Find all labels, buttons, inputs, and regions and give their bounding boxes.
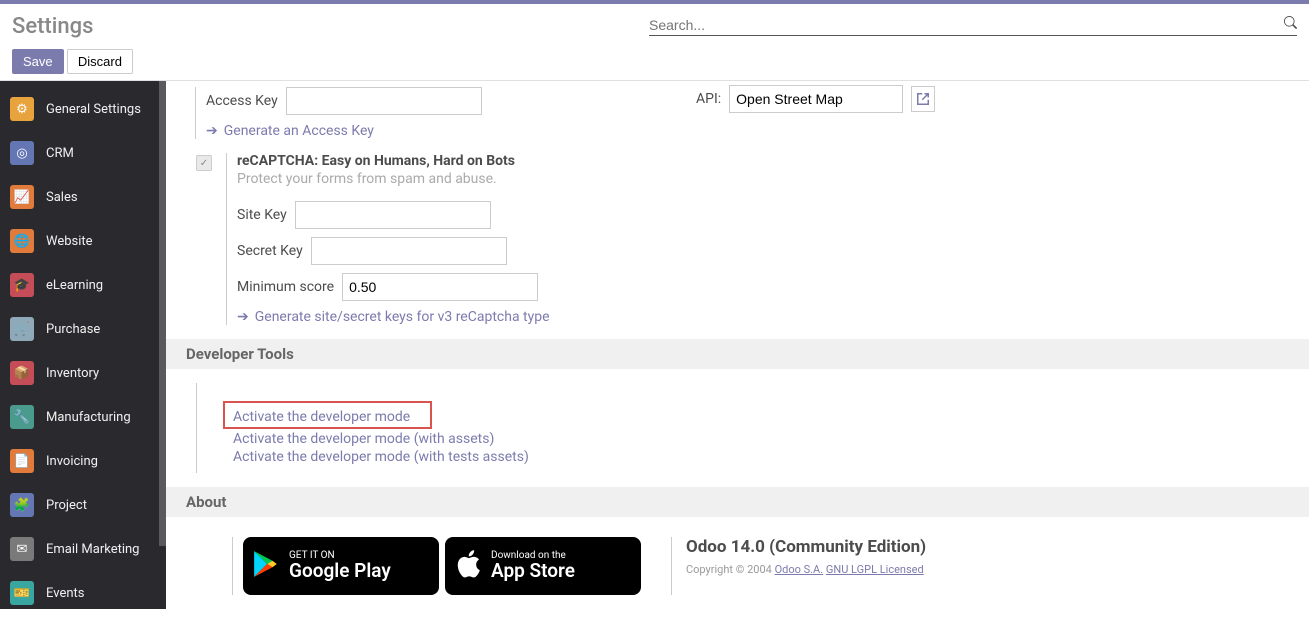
recaptcha-checkbox[interactable]: ✓ (196, 155, 212, 171)
sidebar-item-label: General Settings (46, 102, 141, 117)
google-play-large-text: Google Play (289, 561, 391, 582)
min-score-input[interactable] (342, 273, 538, 301)
discard-button[interactable]: Discard (67, 49, 133, 74)
sidebar-item-email-marketing[interactable]: ✉ Email Marketing (0, 527, 166, 571)
recaptcha-desc: Protect your forms from spam and abuse. (237, 171, 666, 187)
google-play-badge[interactable]: GET IT ON Google Play (243, 537, 439, 595)
sidebar-item-general-settings[interactable]: ⚙ General Settings (0, 87, 166, 131)
access-key-input[interactable] (286, 87, 482, 115)
license-link[interactable]: GNU LGPL Licensed (826, 563, 924, 576)
sidebar-item-label: Project (46, 498, 87, 513)
access-key-label: Access Key (206, 93, 278, 109)
save-button[interactable]: Save (12, 49, 64, 74)
sidebar-item-website[interactable]: 🌐 Website (0, 219, 166, 263)
sidebar-item-elearning[interactable]: 🎓 eLearning (0, 263, 166, 307)
api-label: API: (696, 91, 721, 107)
secret-key-input[interactable] (311, 237, 507, 265)
section-developer-tools: Developer Tools (166, 339, 1309, 369)
highlight-activate-dev: Activate the developer mode (223, 401, 432, 429)
sidebar-scrollbar[interactable] (159, 81, 166, 546)
about-version: Odoo 14.0 (Community Edition) (686, 537, 926, 557)
section-about: About (166, 487, 1309, 517)
google-play-icon (253, 550, 279, 582)
app-store-badge[interactable]: Download on the App Store (445, 537, 641, 595)
arrow-right-icon: ➔ (206, 123, 218, 139)
settings-content: Access Key ➔ Generate an Access Key ✓ re… (166, 81, 1309, 609)
sidebar-item-crm[interactable]: ◎ CRM (0, 131, 166, 175)
sidebar-item-label: Website (46, 234, 93, 249)
sidebar-item-label: Purchase (46, 322, 100, 337)
sidebar-item-label: eLearning (46, 278, 103, 293)
manufacturing-icon: 🔧 (10, 405, 34, 429)
events-icon: 🎫 (10, 581, 34, 605)
website-icon: 🌐 (10, 229, 34, 253)
invoicing-icon: 📄 (10, 449, 34, 473)
sidebar-item-label: CRM (46, 146, 74, 161)
apple-icon (455, 549, 481, 583)
external-link-icon[interactable] (911, 86, 935, 112)
inventory-icon: 📦 (10, 361, 34, 385)
site-key-input[interactable] (295, 201, 491, 229)
min-score-label: Minimum score (237, 279, 334, 295)
recaptcha-title: reCAPTCHA: Easy on Humans, Hard on Bots (237, 153, 666, 169)
search-icon[interactable] (1284, 16, 1297, 33)
sidebar-item-label: Inventory (46, 366, 99, 381)
sidebar-item-label: Sales (46, 190, 78, 205)
sidebar-item-events[interactable]: 🎫 Events (0, 571, 166, 609)
activate-dev-mode-tests-link[interactable]: Activate the developer mode (with tests … (233, 449, 1309, 465)
search-bar[interactable] (649, 14, 1297, 36)
page-title: Settings (12, 14, 93, 39)
sidebar-item-inventory[interactable]: 📦 Inventory (0, 351, 166, 395)
sales-icon: 📈 (10, 185, 34, 209)
activate-dev-mode-assets-link[interactable]: Activate the developer mode (with assets… (233, 431, 1309, 447)
sidebar-item-project[interactable]: 🧩 Project (0, 483, 166, 527)
sidebar-item-label: Manufacturing (46, 410, 131, 425)
arrow-right-icon: ➔ (237, 309, 249, 325)
app-store-large-text: App Store (491, 561, 575, 582)
purchase-icon: 🛒 (10, 317, 34, 341)
sidebar-item-label: Email Marketing (46, 542, 139, 557)
project-icon: 🧩 (10, 493, 34, 517)
secret-key-label: Secret Key (237, 243, 303, 259)
search-input[interactable] (649, 17, 1284, 33)
crm-icon: ◎ (10, 141, 34, 165)
sidebar-item-purchase[interactable]: 🛒 Purchase (0, 307, 166, 351)
sidebar-item-manufacturing[interactable]: 🔧 Manufacturing (0, 395, 166, 439)
generate-access-key-link[interactable]: ➔ Generate an Access Key (206, 123, 374, 139)
about-copyright: Copyright © 2004 Odoo S.A. GNU LGPL Lice… (686, 563, 926, 576)
sidebar-item-invoicing[interactable]: 📄 Invoicing (0, 439, 166, 483)
site-key-label: Site Key (237, 207, 287, 223)
settings-sidebar: ⚙ General Settings ◎ CRM 📈 Sales 🌐 Website 🎓 eLea… (0, 81, 166, 609)
email-marketing-icon: ✉ (10, 537, 34, 561)
elearning-icon: 🎓 (10, 273, 34, 297)
generate-recaptcha-keys-link[interactable]: ➔ Generate site/secret keys for v3 reCap… (237, 309, 550, 325)
activate-dev-mode-link[interactable]: Activate the developer mode (233, 409, 410, 425)
odoo-company-link[interactable]: Odoo S.A. (775, 563, 824, 576)
sidebar-item-label: Events (46, 586, 84, 601)
sidebar-item-label: Invoicing (46, 454, 98, 469)
general-settings-icon: ⚙ (10, 97, 34, 121)
api-input[interactable] (729, 85, 903, 113)
sidebar-item-sales[interactable]: 📈 Sales (0, 175, 166, 219)
